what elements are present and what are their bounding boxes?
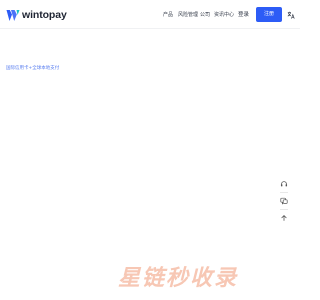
- back-to-top-button[interactable]: [277, 212, 291, 224]
- hero-tagline: 国际信用卡+全球本地支付: [6, 66, 60, 71]
- tool-divider: [280, 192, 288, 193]
- arrow-up-icon: [281, 215, 287, 221]
- brand-logo[interactable]: wintopay: [6, 8, 67, 22]
- side-toolbar: [277, 178, 291, 224]
- translate-icon[interactable]: [287, 11, 295, 19]
- register-button[interactable]: 注册: [256, 7, 282, 22]
- login-link[interactable]: 登录: [238, 10, 249, 18]
- nav-item-risk-management[interactable]: 风险管理: [178, 11, 198, 18]
- chat-icon: [280, 197, 288, 205]
- nav-item-products[interactable]: 产品: [163, 11, 173, 18]
- wintopay-logo-icon: [6, 9, 20, 21]
- watermark-text: 星链秒收录: [118, 266, 239, 291]
- chat-button[interactable]: [277, 195, 291, 207]
- customer-service-button[interactable]: [277, 178, 291, 190]
- brand-name: wintopay: [22, 9, 67, 21]
- nav-item-company[interactable]: 公司: [200, 11, 210, 18]
- nav-item-news-center[interactable]: 资讯中心: [214, 11, 234, 18]
- top-header: wintopay 产品 风险管理 公司 资讯中心 登录 注册: [0, 0, 300, 29]
- tool-divider: [280, 209, 288, 210]
- headset-icon: [280, 181, 288, 187]
